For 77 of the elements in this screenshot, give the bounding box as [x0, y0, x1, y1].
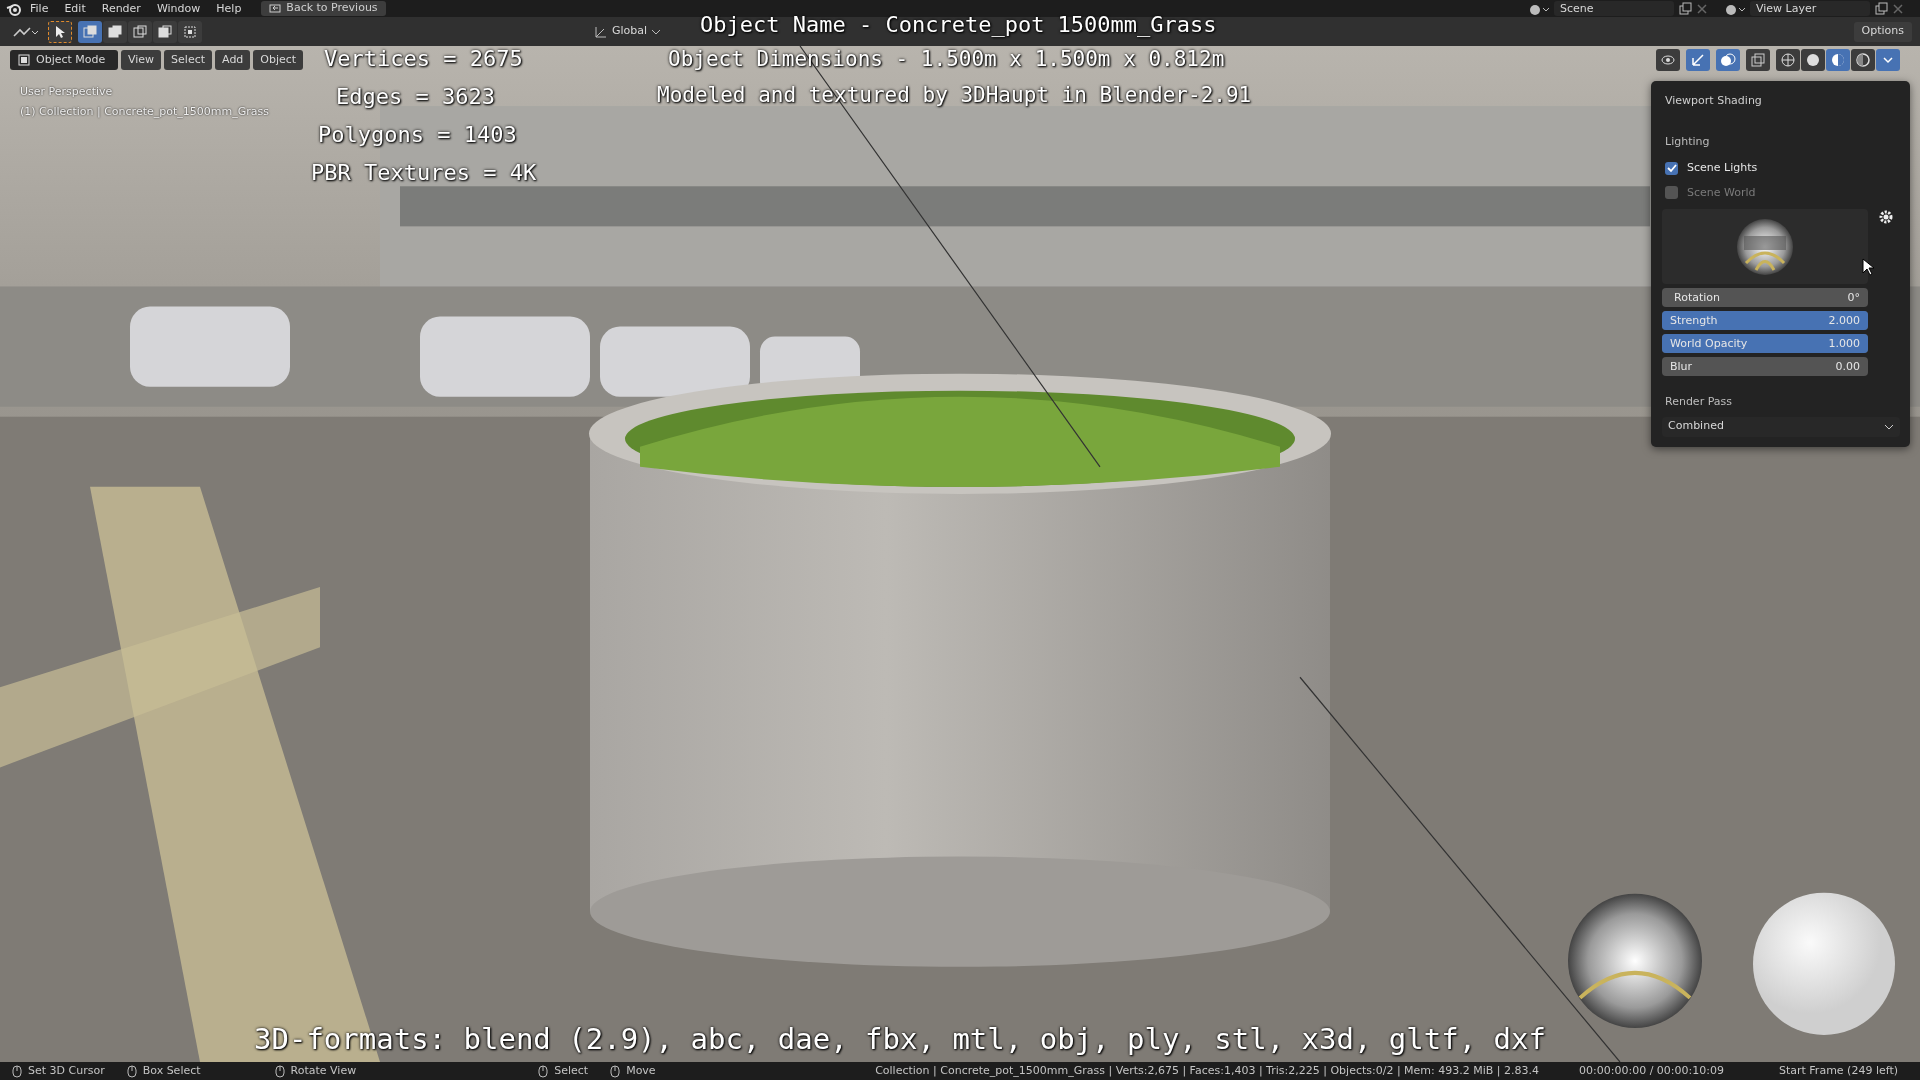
blender-logo-icon[interactable] [6, 1, 22, 16]
shading-mode-icon[interactable] [1776, 49, 1800, 71]
start-frame: Start Frame (249 left) [1778, 1062, 1898, 1080]
slider-field[interactable]: Blur 0.00 [1662, 357, 1868, 376]
header-menu[interactable]: Select [164, 50, 213, 70]
header-menu[interactable]: Add [215, 50, 251, 70]
checkbox[interactable] [1665, 161, 1678, 175]
slider-field[interactable]: World Opacity 1.000 [1662, 334, 1868, 353]
header-menu[interactable]: View [121, 50, 162, 70]
overlays-icon[interactable] [1716, 49, 1740, 71]
menu-item[interactable]: Render [93, 0, 149, 17]
header-menu[interactable]: Object [253, 50, 304, 70]
collection-info: (1) Collection | Concrete_pot_1500mm_Grass [20, 104, 269, 120]
section-label: Render Pass [1665, 394, 1733, 410]
checkbox-label: Scene Lights [1687, 160, 1758, 176]
overlay-stat: Vertices = 2675 [324, 45, 523, 73]
menu-item[interactable]: Window [148, 0, 209, 17]
chevron-down-icon [1884, 422, 1894, 431]
axes-icon [594, 24, 608, 39]
close-icon[interactable] [1892, 2, 1904, 15]
mouse-icon [610, 1064, 621, 1078]
checkbox-label: Scene World [1687, 184, 1756, 201]
checkbox[interactable] [1665, 186, 1678, 200]
selector-field[interactable]: View Layer [1750, 1, 1870, 16]
xray-icon[interactable] [1746, 49, 1770, 71]
selection-mode-icon[interactable] [78, 20, 102, 43]
mouse-icon [274, 1064, 285, 1078]
shading-mode-icon[interactable] [1826, 49, 1850, 71]
section-label: Lighting [1665, 133, 1711, 150]
selection-mode-icon[interactable] [103, 20, 127, 43]
back-to-previous-button[interactable]: Back to Previous [261, 1, 386, 16]
visibility-icon[interactable] [1656, 49, 1680, 71]
mode-dropdown[interactable]: Object Mode [10, 50, 118, 70]
selection-mode-icon[interactable] [153, 20, 177, 43]
number-field[interactable]: Rotation 0° [1662, 288, 1868, 307]
menu-item[interactable]: Edit [56, 0, 94, 17]
selector-field[interactable]: Scene [1554, 1, 1674, 16]
playback-time: 00:00:00:00 / 00:00:10:09 [1579, 1062, 1724, 1079]
selection-mode-icon[interactable] [128, 20, 152, 43]
gizmo-icon[interactable] [1686, 49, 1710, 71]
options-dropdown[interactable]: Options [1853, 21, 1912, 42]
overlay-title: Object Name - Concrete_pot 1500mm_Grass [700, 11, 1217, 39]
mouse-icon [126, 1064, 137, 1078]
status-hint: Select [554, 1062, 589, 1079]
overlay-stat: Polygons = 1403 [318, 121, 517, 149]
duplicate-icon[interactable] [1678, 1, 1692, 16]
settings-icon[interactable] [1878, 209, 1894, 225]
screen-back-icon [269, 3, 282, 14]
transform-orientation-dropdown[interactable]: Global [594, 23, 662, 40]
select-tool-button[interactable] [48, 20, 72, 43]
status-hint: Rotate View [290, 1062, 357, 1079]
mouse-cursor-icon [1862, 258, 1874, 276]
status-hint: Move [626, 1062, 656, 1079]
caret-icon [651, 27, 662, 36]
menu-item[interactable]: File [22, 0, 57, 17]
overlay-stat: Edges = 3623 [336, 83, 495, 111]
status-hint: Set 3D Cursor [28, 1062, 105, 1079]
scene-statistics: Collection | Concrete_pot_1500mm_Grass | Verts:2,675 | Faces:1,403 | Tris:2,225 | Objects:0/2 | Mem: 493.2 MiB | 2.83.4 [875, 1062, 1540, 1079]
overlay-stat: PBR Textures = 4K [311, 159, 537, 187]
render-pass-dropdown[interactable]: Combined [1662, 416, 1900, 437]
mouse-icon [12, 1064, 22, 1078]
object-mode-icon [18, 54, 30, 66]
menu-item[interactable]: Help [208, 0, 250, 17]
selection-mode-icon[interactable] [178, 20, 202, 43]
hdri-preview[interactable] [1662, 209, 1868, 284]
view-name: User Perspective [20, 84, 113, 100]
mouse-icon [538, 1064, 549, 1078]
cursor-arrow-icon [54, 24, 66, 39]
shading-mode-icon[interactable] [1801, 49, 1825, 71]
close-icon[interactable] [1696, 2, 1708, 15]
shading-mode-icon[interactable] [1851, 49, 1875, 71]
status-hint: Box Select [142, 1062, 201, 1079]
slider-field[interactable]: Strength 2.000 [1662, 311, 1868, 330]
hdri-sphere-drawing [1736, 217, 1794, 276]
overlay-formats: 3D-formats: blend (2.9), abc, dae, fbx, mtl, obj, ply, stl, x3d, gltf, dxf [254, 1021, 1546, 1058]
popover-title: Viewport Shading [1665, 93, 1763, 109]
duplicate-icon[interactable] [1874, 1, 1888, 16]
